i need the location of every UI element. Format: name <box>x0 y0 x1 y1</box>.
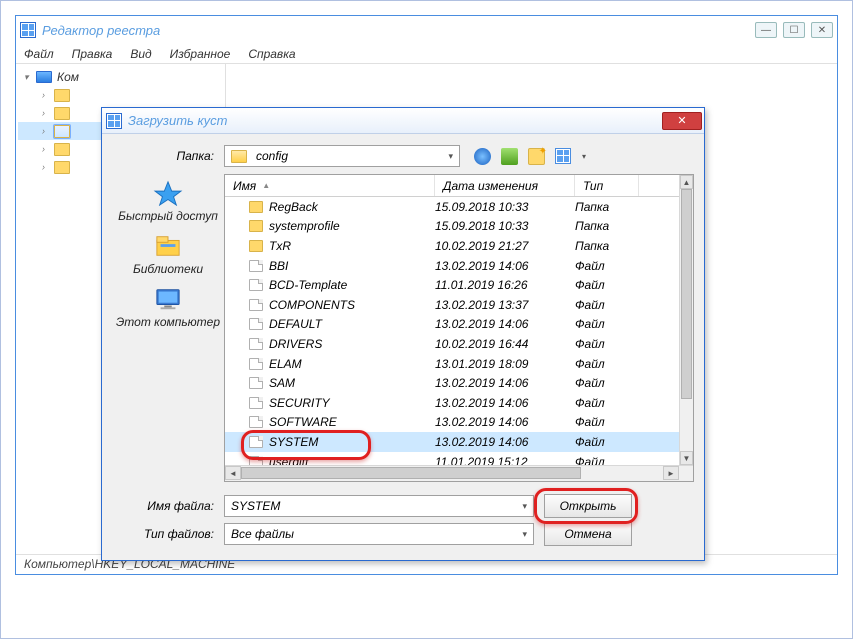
view-menu-icon[interactable] <box>555 148 572 165</box>
folder-icon <box>249 240 263 252</box>
file-icon <box>249 260 263 272</box>
chevron-down-icon: ▾ <box>522 529 527 540</box>
file-icon <box>249 436 263 448</box>
scroll-right-icon[interactable]: ► <box>663 466 679 480</box>
folder-icon <box>249 220 263 232</box>
menu-view[interactable]: Вид <box>130 47 151 61</box>
file-row[interactable]: ELAM13.01.2019 18:09Файл <box>225 354 679 374</box>
filename-input[interactable]: SYSTEM ▾ <box>224 495 534 517</box>
new-folder-icon[interactable]: ✦ <box>528 148 545 165</box>
filetype-label: Тип файлов: <box>112 527 224 541</box>
chevron-down-icon[interactable]: ▾ <box>582 152 586 161</box>
file-list-pane: Имя▲ Дата изменения Тип RegBack15.09.201… <box>224 174 694 482</box>
folder-combo[interactable]: config ▾ <box>224 145 460 167</box>
menu-edit[interactable]: Правка <box>72 47 113 61</box>
place-quick-access[interactable]: Быстрый доступ <box>118 180 218 223</box>
dialog-close-button[interactable]: ✕ <box>662 112 702 130</box>
horizontal-scrollbar[interactable]: ◄ ► <box>225 465 693 481</box>
menu-favorites[interactable]: Избранное <box>170 47 231 61</box>
filetype-combo[interactable]: Все файлы ▾ <box>224 523 534 545</box>
file-row[interactable]: SOFTWARE13.02.2019 14:06Файл <box>225 413 679 433</box>
dialog-icon <box>106 113 122 129</box>
file-icon <box>249 397 263 409</box>
dialog-title: Загрузить куст <box>128 113 662 128</box>
file-row[interactable]: BBI13.02.2019 14:06Файл <box>225 256 679 276</box>
open-button[interactable]: Открыть <box>544 494 632 518</box>
up-icon[interactable] <box>501 148 518 165</box>
column-type[interactable]: Тип <box>575 175 639 196</box>
file-icon <box>249 416 263 428</box>
folder-icon <box>231 150 247 163</box>
scroll-thumb[interactable] <box>681 189 692 399</box>
file-row[interactable]: COMPONENTS13.02.2019 13:37Файл <box>225 295 679 315</box>
star-icon <box>153 180 183 206</box>
file-icon <box>249 299 263 311</box>
folder-icon <box>249 201 263 213</box>
file-list[interactable]: RegBack15.09.2018 10:33Папкаsystemprofil… <box>225 197 679 465</box>
file-icon <box>249 377 263 389</box>
chevron-down-icon: ▾ <box>522 501 527 512</box>
chevron-down-icon: ▾ <box>448 151 453 162</box>
minimize-button[interactable]: — <box>755 22 777 38</box>
file-row[interactable]: SECURITY13.02.2019 14:06Файл <box>225 393 679 413</box>
file-icon <box>249 456 263 465</box>
file-icon <box>249 318 263 330</box>
load-hive-dialog: Загрузить куст ✕ Папка: config ▾ ✦ ▾ <box>101 107 705 561</box>
file-row[interactable]: SAM13.02.2019 14:06Файл <box>225 373 679 393</box>
regedit-icon <box>20 22 36 38</box>
menu-help[interactable]: Справка <box>248 47 295 61</box>
file-list-header: Имя▲ Дата изменения Тип <box>225 175 693 197</box>
tree-root[interactable]: ▾ Ком <box>18 68 223 86</box>
folder-label: Папка: <box>112 149 224 163</box>
computer-icon <box>36 71 52 83</box>
column-date[interactable]: Дата изменения <box>435 175 575 196</box>
cancel-button[interactable]: Отмена <box>544 522 632 546</box>
menu-file[interactable]: Файл <box>24 47 54 61</box>
file-row[interactable]: TxR10.02.2019 21:27Папка <box>225 236 679 256</box>
maximize-button[interactable]: ☐ <box>783 22 805 38</box>
file-row[interactable]: DEFAULT13.02.2019 14:06Файл <box>225 315 679 335</box>
back-icon[interactable] <box>474 148 491 165</box>
scroll-up-icon[interactable]: ▲ <box>680 175 693 189</box>
file-row-selected[interactable]: SYSTEM13.02.2019 14:06Файл <box>225 432 679 452</box>
dialog-titlebar: Загрузить куст ✕ <box>102 108 704 134</box>
file-icon <box>249 279 263 291</box>
place-libraries[interactable]: Библиотеки <box>133 233 203 276</box>
file-icon <box>249 358 263 370</box>
libraries-icon <box>153 233 183 259</box>
regedit-title: Редактор реестра <box>42 23 755 38</box>
regedit-menubar: Файл Правка Вид Избранное Справка <box>16 44 837 64</box>
scroll-thumb-h[interactable] <box>241 467 581 479</box>
computer-icon <box>153 286 183 312</box>
scroll-down-icon[interactable]: ▼ <box>680 451 693 465</box>
file-row[interactable]: userdiff11.01.2019 15:12Файл <box>225 452 679 465</box>
regedit-titlebar: Редактор реестра — ☐ ✕ <box>16 16 837 44</box>
file-row[interactable]: RegBack15.09.2018 10:33Папка <box>225 197 679 217</box>
file-row[interactable]: BCD-Template11.01.2019 16:26Файл <box>225 275 679 295</box>
scroll-left-icon[interactable]: ◄ <box>225 466 241 480</box>
filename-label: Имя файла: <box>112 499 224 513</box>
vertical-scrollbar[interactable]: ▲ ▼ <box>679 175 693 465</box>
tree-item[interactable]: › <box>18 86 223 104</box>
close-button[interactable]: ✕ <box>811 22 833 38</box>
places-bar: Быстрый доступ Библиотеки Этот компьютер <box>112 174 224 482</box>
file-icon <box>249 338 263 350</box>
file-row[interactable]: systemprofile15.09.2018 10:33Папка <box>225 217 679 237</box>
place-this-pc[interactable]: Этот компьютер <box>116 286 220 329</box>
column-name[interactable]: Имя▲ <box>225 175 435 196</box>
file-row[interactable]: DRIVERS10.02.2019 16:44Файл <box>225 334 679 354</box>
